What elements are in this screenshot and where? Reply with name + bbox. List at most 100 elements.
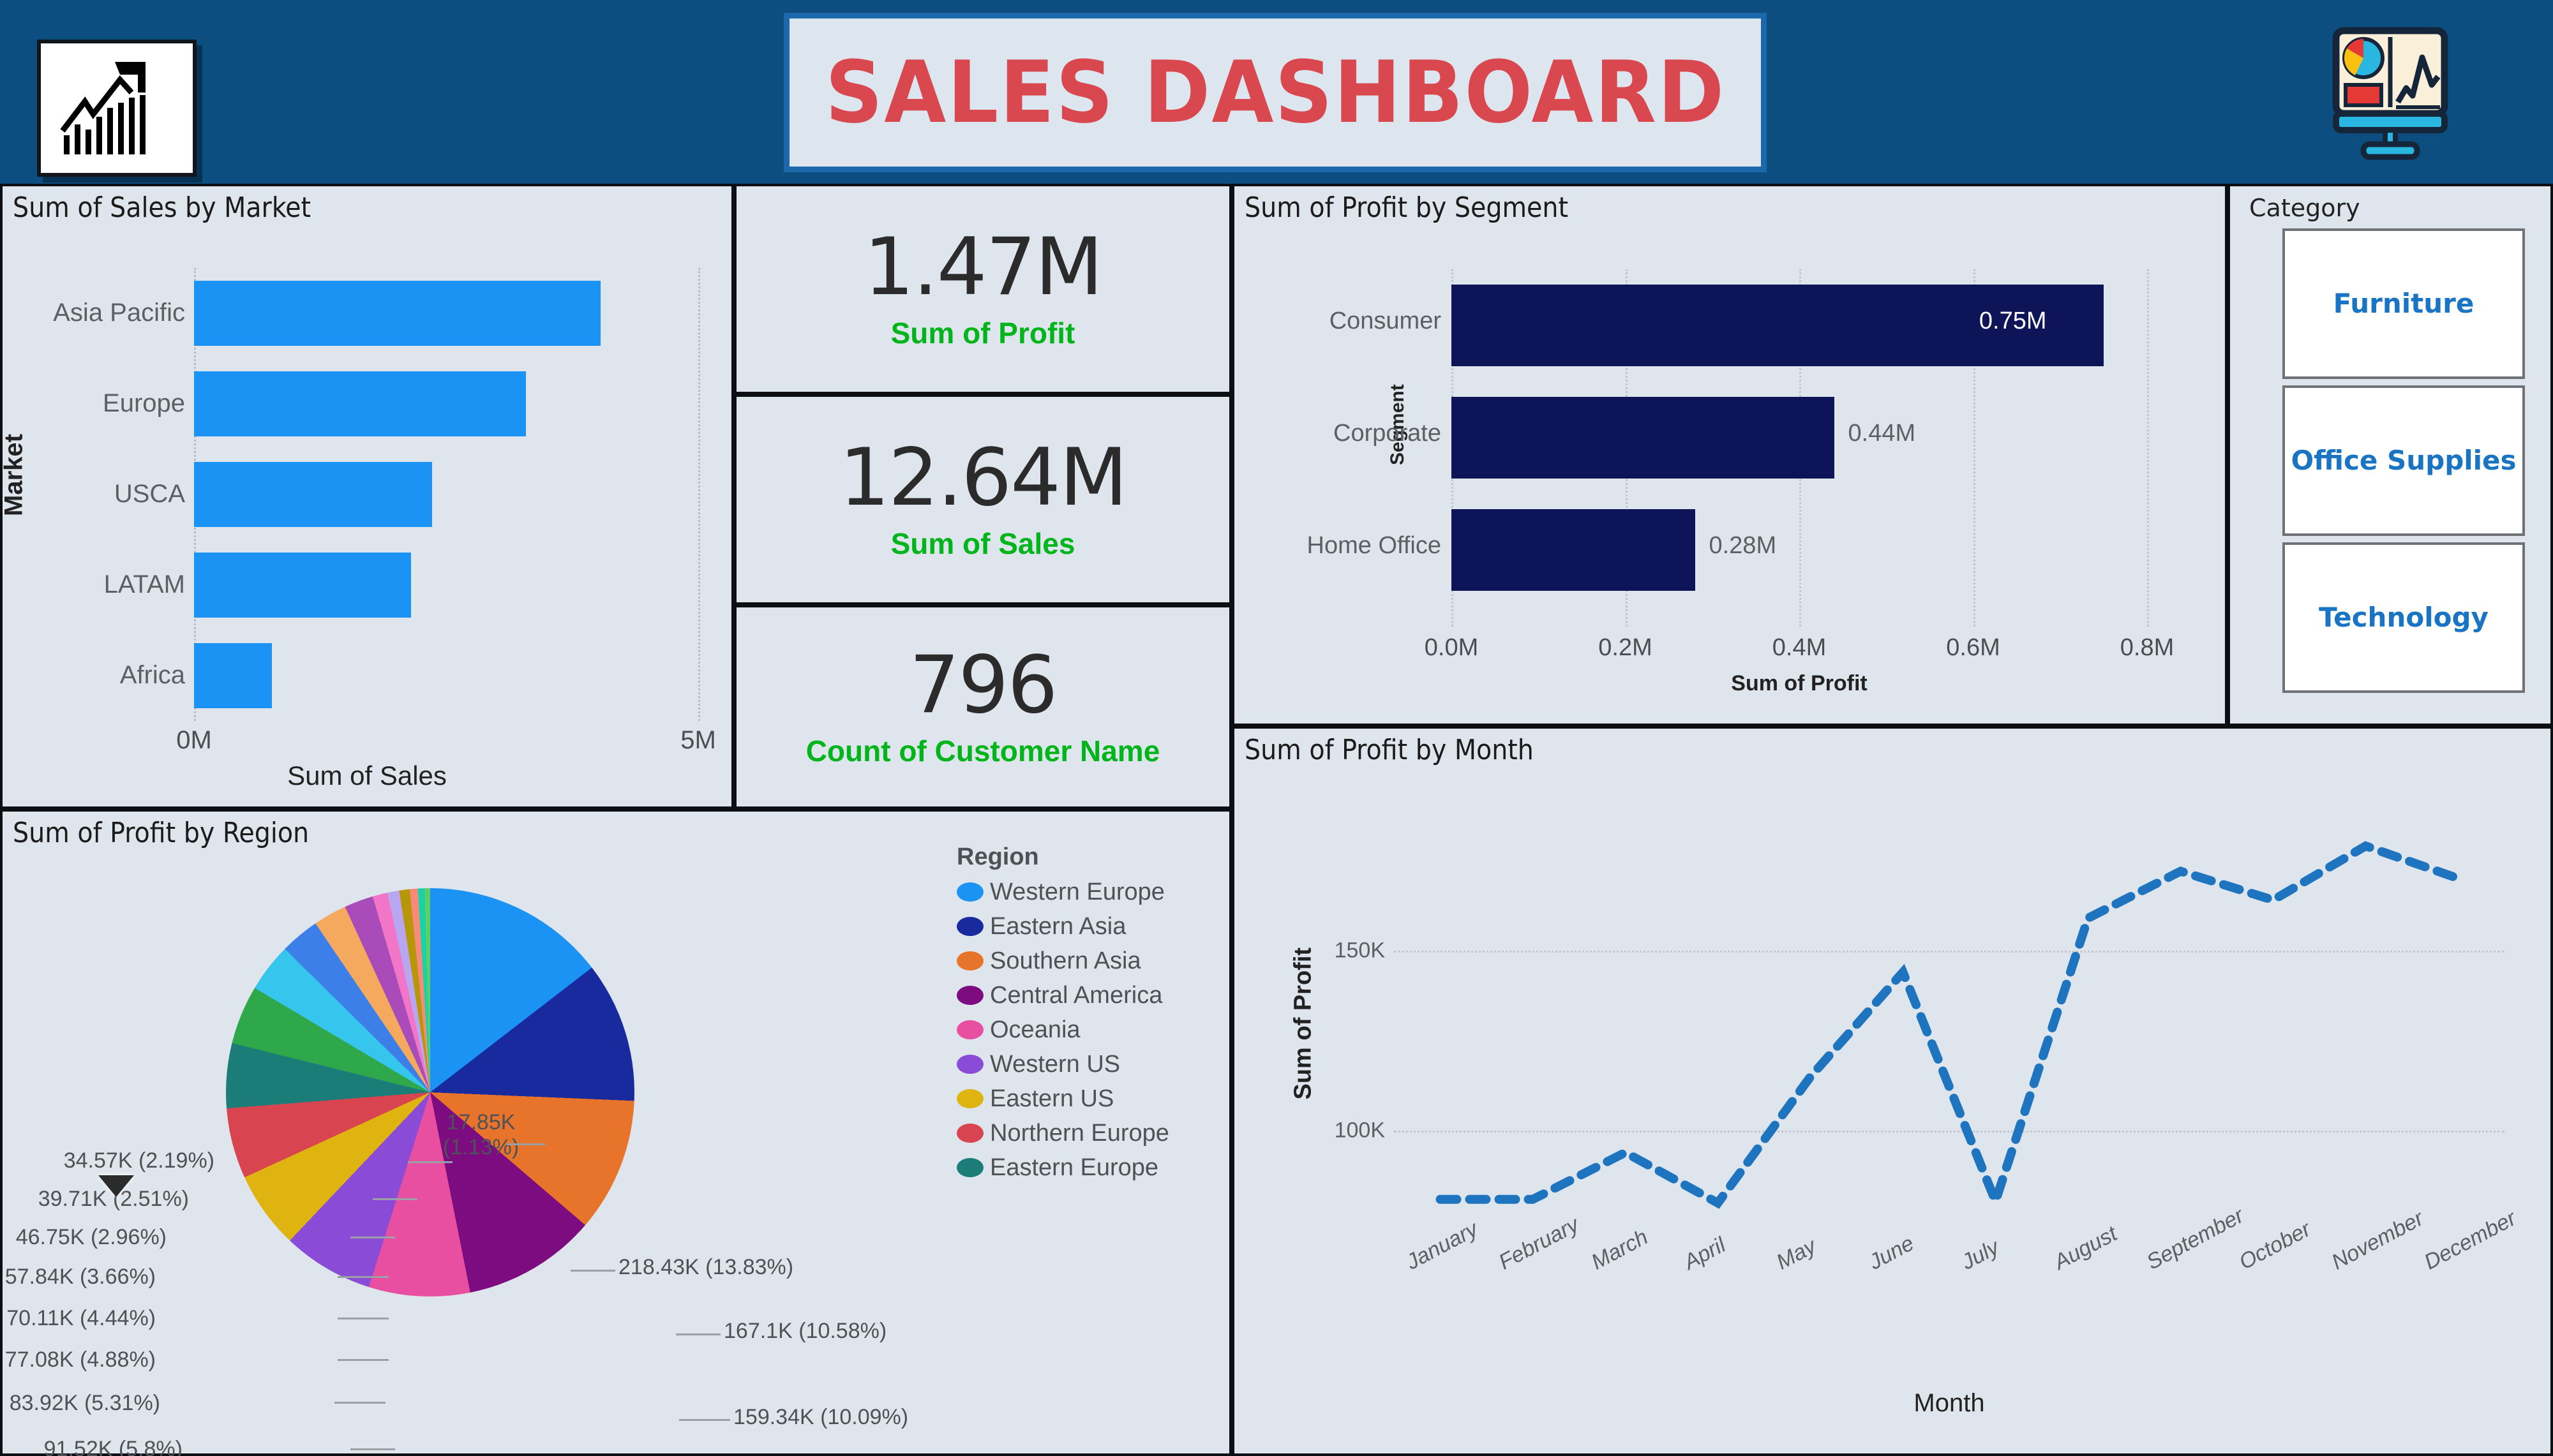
sum-of-profit-by-region-chart[interactable]: Sum of Profit by Region 218.43K (13.83%)… bbox=[0, 809, 1232, 1456]
segment-bar-row[interactable]: Home Office 0.28M bbox=[1307, 494, 2147, 606]
segment-category-label: Corporate bbox=[1333, 420, 1441, 447]
segment-x-tick: 0.2M bbox=[1598, 634, 1652, 661]
kpi-card-sum-of-profit[interactable]: 1.47M Sum of Profit bbox=[734, 184, 1232, 394]
legend-item[interactable]: Western Europe bbox=[957, 875, 1225, 909]
segment-category-label: Consumer bbox=[1329, 308, 1441, 334]
legend-item[interactable]: Eastern Asia bbox=[957, 909, 1225, 944]
segment-x-tick: 0.6M bbox=[1946, 634, 2000, 661]
market-bar[interactable] bbox=[194, 462, 432, 527]
market-plot-area: Asia Pacific Europe USCA LATAM Africa 0M 5M bbox=[53, 268, 716, 754]
segment-data-label: 0.28M bbox=[1709, 532, 1777, 559]
legend-color-swatch bbox=[957, 1089, 984, 1108]
market-category-label: Asia Pacific bbox=[53, 299, 185, 327]
pie-leader-line bbox=[338, 1359, 389, 1361]
category-slicer-item-office-supplies[interactable]: Office Supplies bbox=[2282, 385, 2525, 536]
dashboard-title-plate: SALES DASHBOARD bbox=[778, 7, 1772, 178]
pie-leader-line bbox=[507, 1143, 545, 1145]
legend-item-label: Northern Europe bbox=[990, 1119, 1169, 1147]
market-bar[interactable] bbox=[194, 281, 601, 346]
market-bar-row[interactable]: Africa bbox=[120, 630, 698, 721]
segment-x-axis-title: Sum of Profit bbox=[1731, 671, 1868, 695]
legend-title: Region bbox=[957, 843, 1039, 870]
pie-data-label: 34.57K (2.19%) bbox=[63, 1148, 214, 1173]
legend-item[interactable]: Southern Asia bbox=[957, 944, 1225, 978]
segment-bar[interactable] bbox=[1451, 509, 1695, 591]
sales-dashboard: SALES DASHBOARD Sum of Sales by Market M… bbox=[0, 0, 2553, 1456]
legend-color-swatch bbox=[957, 951, 984, 970]
market-bar-row[interactable]: LATAM bbox=[104, 540, 698, 630]
category-slicer-header: Category bbox=[2249, 194, 2360, 222]
category-slicer-item-technology[interactable]: Technology bbox=[2282, 542, 2525, 693]
segment-data-label: 0.75M bbox=[1979, 308, 2047, 334]
legend-color-swatch bbox=[957, 986, 984, 1005]
kpi-card-sum-of-sales[interactable]: 12.64M Sum of Sales bbox=[734, 394, 1232, 605]
legend-item[interactable]: Western US bbox=[957, 1047, 1225, 1081]
market-x-tick: 5M bbox=[680, 726, 716, 754]
market-gridline bbox=[698, 268, 700, 721]
market-bar-row[interactable]: USCA bbox=[114, 449, 698, 540]
market-category-label: Africa bbox=[119, 661, 185, 689]
market-bar-row[interactable]: Europe bbox=[103, 359, 698, 449]
legend-color-swatch bbox=[957, 1124, 984, 1143]
segment-category-label: Home Office bbox=[1306, 532, 1441, 559]
market-x-tick: 0M bbox=[176, 726, 212, 754]
segment-bar-row[interactable]: Corporate 0.44M bbox=[1333, 382, 2147, 494]
kpi-label: Count of Customer Name bbox=[805, 734, 1160, 768]
category-slicer-item-furniture[interactable]: Furniture bbox=[2282, 228, 2525, 379]
legend-item-label: Eastern Europe bbox=[990, 1154, 1159, 1181]
category-slicer[interactable]: Category Furniture Office Supplies Technol… bbox=[2227, 184, 2553, 726]
kpi-value: 12.64M bbox=[839, 432, 1128, 524]
segment-gridline bbox=[2147, 269, 2149, 627]
pie-data-label: 17.85K (1.13%) bbox=[443, 1110, 520, 1159]
pie-disc[interactable] bbox=[226, 888, 634, 1296]
chevron-down-icon[interactable] bbox=[98, 1175, 134, 1197]
page-title: SALES DASHBOARD bbox=[825, 43, 1726, 142]
legend-item[interactable]: Eastern Europe bbox=[957, 1150, 1225, 1185]
legend-color-swatch bbox=[957, 1055, 984, 1074]
market-bar-row[interactable]: Asia Pacific bbox=[53, 268, 698, 359]
region-legend: Region Western Europe Eastern Asia Souther… bbox=[957, 843, 1225, 1185]
market-bar[interactable] bbox=[194, 643, 272, 708]
market-bar[interactable] bbox=[194, 371, 526, 436]
pie-leader-line bbox=[350, 1237, 395, 1238]
legend-item[interactable]: Eastern US bbox=[957, 1081, 1225, 1116]
market-category-label: LATAM bbox=[103, 570, 185, 598]
month-x-tick: July bbox=[1957, 1235, 2003, 1275]
kpi-value: 796 bbox=[909, 639, 1058, 731]
month-plot-area: 100K 150K January February March April May Jun… bbox=[1335, 824, 2520, 1275]
legend-item[interactable]: Northern Europe bbox=[957, 1116, 1225, 1150]
kpi-card-count-of-customer-name[interactable]: 796 Count of Customer Name bbox=[734, 605, 1232, 809]
region-chart-title: Sum of Profit by Region bbox=[13, 817, 310, 849]
month-x-tick: May bbox=[1772, 1233, 1820, 1275]
sum-of-profit-by-month-chart[interactable]: Sum of Profit by Month Sum of Profit 100… bbox=[1232, 726, 2553, 1456]
segment-bar-row[interactable]: Consumer 0.75M bbox=[1329, 269, 2147, 382]
month-x-axis-title: Month bbox=[1913, 1389, 1985, 1417]
legend-color-swatch bbox=[957, 1158, 984, 1177]
sum-of-profit-by-segment-chart[interactable]: Sum of Profit by Segment Segment Consume… bbox=[1232, 184, 2227, 726]
pie-leader-line bbox=[373, 1198, 417, 1200]
segment-chart-title: Sum of Profit by Segment bbox=[1245, 191, 1568, 224]
dashboard-monitor-icon bbox=[2310, 18, 2470, 165]
segment-data-label: 0.44M bbox=[1848, 420, 1916, 447]
month-y-axis-title: Sum of Profit bbox=[1289, 947, 1317, 1100]
legend-item-label: Eastern US bbox=[990, 1085, 1114, 1112]
legend-item[interactable]: Oceania bbox=[957, 1013, 1225, 1047]
sum-of-sales-by-market-chart[interactable]: Sum of Sales by Market Market Asia Pacif… bbox=[0, 184, 734, 809]
pie-data-label: 83.92K (5.31%) bbox=[9, 1391, 160, 1415]
month-x-tick: April bbox=[1679, 1233, 1730, 1275]
pie-data-label: 77.08K (4.88%) bbox=[4, 1348, 156, 1372]
pie-data-label: 218.43K (13.83%) bbox=[618, 1255, 794, 1279]
market-chart-title: Sum of Sales by Market bbox=[13, 191, 311, 224]
legend-item[interactable]: Central America bbox=[957, 978, 1225, 1013]
pie-leader-line bbox=[571, 1270, 615, 1272]
legend-item-label: Western Europe bbox=[990, 878, 1165, 905]
segment-plot-area: Consumer 0.75M Corporate 0.44M Home Office 0.… bbox=[1307, 269, 2174, 661]
month-y-tick: 100K bbox=[1334, 1118, 1385, 1143]
market-bar[interactable] bbox=[194, 553, 411, 618]
segment-bar[interactable] bbox=[1451, 397, 1834, 479]
pie-data-label: 57.84K (3.66%) bbox=[4, 1265, 156, 1289]
pie-leader-line bbox=[334, 1402, 386, 1404]
legend-item-label: Oceania bbox=[990, 1016, 1081, 1043]
market-x-axis-title: Sum of Sales bbox=[287, 761, 447, 791]
pie-leader-line bbox=[676, 1333, 721, 1335]
